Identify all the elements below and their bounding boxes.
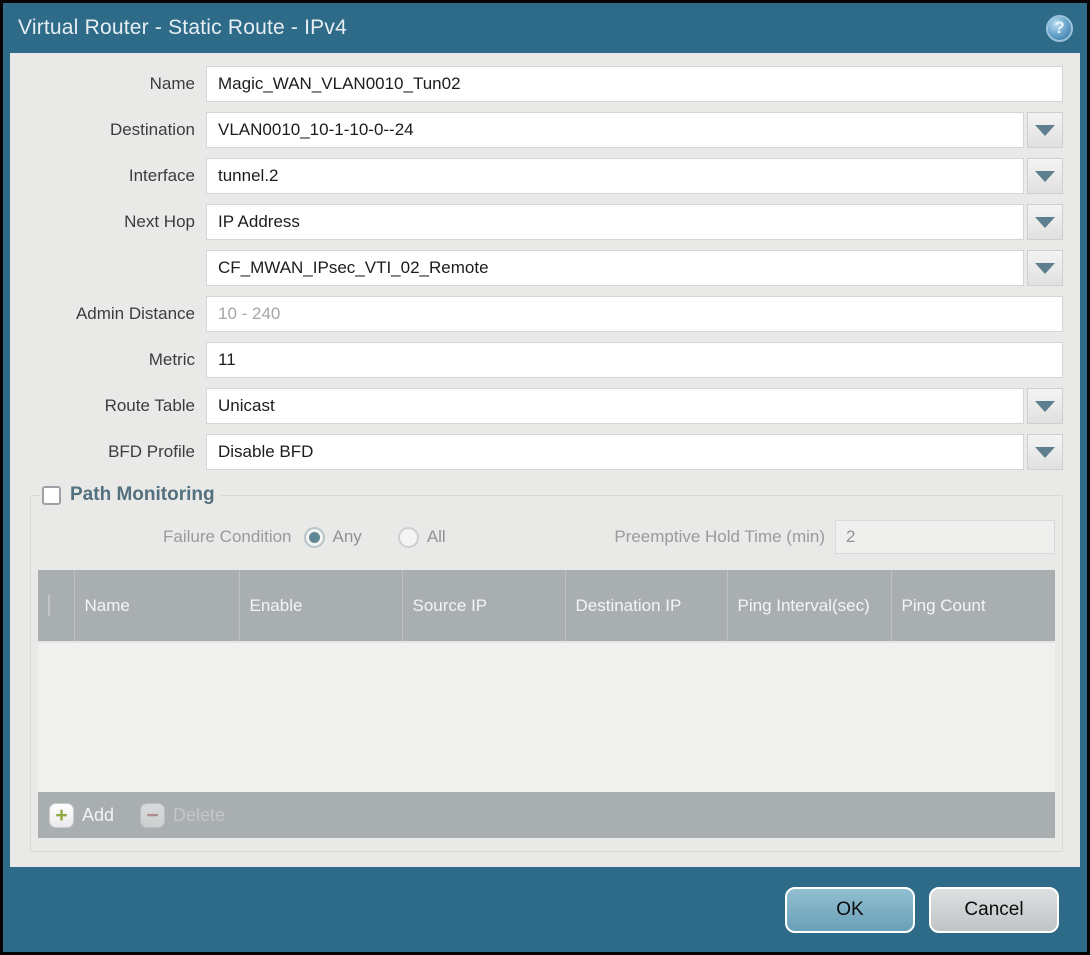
help-icon[interactable]: ? (1046, 15, 1073, 42)
destination-input[interactable] (206, 112, 1024, 148)
form-row-admin-distance: Admin Distance (10, 296, 1063, 332)
column-header-ping-count[interactable]: Ping Count (891, 570, 1055, 642)
chevron-down-icon (1035, 263, 1055, 274)
select-all-checkbox[interactable] (48, 595, 50, 616)
path-monitoring-title: Path Monitoring (70, 484, 215, 506)
failure-condition-radio-any[interactable] (304, 527, 325, 548)
column-header-name[interactable]: Name (74, 570, 239, 642)
destination-label: Destination (10, 120, 206, 140)
next-hop-label: Next Hop (10, 212, 206, 232)
destination-dropdown-button[interactable] (1027, 112, 1063, 148)
failure-condition-label: Failure Condition (163, 527, 292, 547)
failure-condition-all-label: All (427, 527, 446, 547)
path-monitoring-section: Path Monitoring Failure Condition Any Al… (30, 484, 1063, 852)
cancel-button[interactable]: Cancel (929, 887, 1059, 933)
bfd-profile-dropdown-button[interactable] (1027, 434, 1063, 470)
dialog-title: Virtual Router - Static Route - IPv4 (18, 16, 347, 40)
form-row-next-hop-address (10, 250, 1063, 286)
add-button[interactable]: + Add (49, 803, 114, 828)
column-header-enable[interactable]: Enable (239, 570, 402, 642)
name-input[interactable] (206, 66, 1063, 102)
interface-label: Interface (10, 166, 206, 186)
select-all-header (38, 570, 74, 642)
metric-input[interactable] (206, 342, 1063, 378)
dialog-footer: OK Cancel (3, 867, 1087, 952)
delete-minus-icon: − (140, 803, 165, 828)
preemptive-hold-time-label: Preemptive Hold Time (min) (614, 527, 835, 547)
column-header-destination-ip[interactable]: Destination IP (565, 570, 727, 642)
add-button-label: Add (82, 805, 114, 826)
chevron-down-icon (1035, 125, 1055, 136)
table-toolbar: + Add − Delete (38, 792, 1055, 838)
form-row-name: Name (10, 66, 1063, 102)
form-row-bfd-profile: BFD Profile (10, 434, 1063, 470)
form-row-interface: Interface (10, 158, 1063, 194)
delete-button-label: Delete (173, 805, 225, 826)
path-monitoring-table: Name Enable Source IP Destination IP Pin… (38, 570, 1055, 792)
ok-button[interactable]: OK (785, 887, 915, 933)
path-monitoring-legend: Path Monitoring (40, 484, 221, 506)
failure-condition-radio-all[interactable] (398, 527, 419, 548)
table-header-row: Name Enable Source IP Destination IP Pin… (38, 570, 1055, 642)
next-hop-address-dropdown-button[interactable] (1027, 250, 1063, 286)
admin-distance-input[interactable] (206, 296, 1063, 332)
chevron-down-icon (1035, 447, 1055, 458)
failure-condition-options: Any All (304, 527, 474, 548)
failure-condition-any-label: Any (333, 527, 362, 547)
form-row-route-table: Route Table (10, 388, 1063, 424)
chevron-down-icon (1035, 217, 1055, 228)
metric-label: Metric (10, 350, 206, 370)
titlebar: Virtual Router - Static Route - IPv4 ? (3, 3, 1087, 53)
interface-input[interactable] (206, 158, 1024, 194)
form-row-metric: Metric (10, 342, 1063, 378)
static-route-dialog: Virtual Router - Static Route - IPv4 ? N… (0, 0, 1090, 955)
next-hop-type-input[interactable] (206, 204, 1024, 240)
table-empty-body (38, 642, 1055, 792)
chevron-down-icon (1035, 401, 1055, 412)
route-table-label: Route Table (10, 396, 206, 416)
chevron-down-icon (1035, 171, 1055, 182)
add-plus-icon: + (49, 803, 74, 828)
preemptive-hold-time-group: Preemptive Hold Time (min) (614, 520, 1055, 554)
route-table-input[interactable] (206, 388, 1024, 424)
path-monitoring-checkbox[interactable] (42, 486, 61, 505)
admin-distance-label: Admin Distance (10, 304, 206, 324)
failure-condition-row: Failure Condition Any All Preemptive Hol… (38, 520, 1055, 554)
form-row-next-hop: Next Hop (10, 204, 1063, 240)
column-header-ping-interval[interactable]: Ping Interval(sec) (727, 570, 891, 642)
name-label: Name (10, 74, 206, 94)
dialog-body: Name Destination Interface Next Hop (10, 53, 1080, 867)
interface-dropdown-button[interactable] (1027, 158, 1063, 194)
bfd-profile-label: BFD Profile (10, 442, 206, 462)
form-row-destination: Destination (10, 112, 1063, 148)
route-table-dropdown-button[interactable] (1027, 388, 1063, 424)
bfd-profile-input[interactable] (206, 434, 1024, 470)
next-hop-dropdown-button[interactable] (1027, 204, 1063, 240)
next-hop-address-input[interactable] (206, 250, 1024, 286)
column-header-source-ip[interactable]: Source IP (402, 570, 565, 642)
preemptive-hold-time-input[interactable] (835, 520, 1055, 554)
delete-button[interactable]: − Delete (140, 803, 225, 828)
